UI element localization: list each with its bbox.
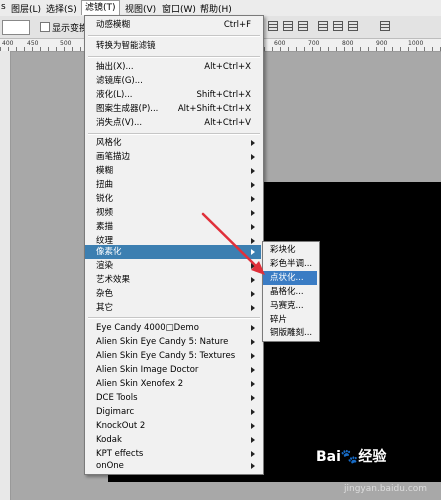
submenu-arrow-icon	[251, 291, 255, 297]
submenu-arrow-icon	[251, 196, 255, 202]
submenu-arrow-icon	[251, 168, 255, 174]
menu-view[interactable]: 视图(V)	[125, 2, 156, 15]
menu-item-plugin-eye-candy-textures[interactable]: Alien Skin Eye Candy 5: Textures	[85, 349, 261, 363]
menu-separator	[88, 56, 260, 58]
submenu-arrow-icon	[251, 381, 255, 387]
submenu-arrow-icon	[251, 238, 255, 244]
ruler-tick-label: 700	[308, 40, 320, 47]
ruler-tick-label: 800	[342, 40, 354, 47]
submenu-arrow-icon	[251, 353, 255, 359]
menu-item-other[interactable]: 其它	[85, 301, 261, 315]
menu-item-pixelate[interactable]: 像素化	[85, 245, 261, 259]
submenu-item-crystallize[interactable]: 晶格化...	[263, 285, 317, 299]
auto-align-icon[interactable]	[380, 21, 390, 31]
show-transform-label: 显示变换	[52, 24, 89, 34]
menu-item-plugin-kodak[interactable]: Kodak	[85, 433, 261, 447]
watermark-logo: Bai🐾经验	[316, 449, 387, 465]
submenu-arrow-icon	[251, 423, 255, 429]
menu-separator	[88, 317, 260, 319]
ruler-tick-label: 450	[27, 40, 39, 47]
menu-prefix: s	[1, 2, 6, 12]
menu-item-vanishing-point[interactable]: 消失点(V)... Alt+Ctrl+V	[85, 116, 261, 130]
submenu-arrow-icon	[251, 182, 255, 188]
submenu-arrow-icon	[251, 339, 255, 345]
menu-separator	[88, 133, 260, 135]
submenu-item-color-halftone[interactable]: 彩色半调...	[263, 257, 317, 271]
submenu-arrow-icon	[251, 140, 255, 146]
menu-help[interactable]: 帮助(H)	[200, 2, 232, 15]
menu-item-artistic[interactable]: 艺术效果	[85, 273, 261, 287]
submenu-arrow-icon	[251, 263, 255, 269]
ruler-tick-label: 1000	[408, 40, 424, 47]
vertical-ruler	[0, 51, 11, 500]
submenu-arrow-icon	[251, 210, 255, 216]
menu-item-liquify[interactable]: 液化(L)... Shift+Ctrl+X	[85, 88, 261, 102]
menu-item-brush-strokes[interactable]: 画笔描边	[85, 150, 261, 164]
menu-item-filter-gallery[interactable]: 滤镜库(G)...	[85, 74, 261, 88]
submenu-item-pointillize[interactable]: 点状化...	[263, 271, 317, 285]
submenu-arrow-icon	[251, 249, 255, 255]
submenu-arrow-icon	[251, 395, 255, 401]
submenu-arrow-icon	[251, 277, 255, 283]
ruler-tick-label: 500	[60, 40, 72, 47]
submenu-arrow-icon	[251, 224, 255, 230]
distribute-center-icon[interactable]	[333, 21, 343, 31]
submenu-arrow-icon	[251, 463, 255, 469]
submenu-arrow-icon	[251, 451, 255, 457]
watermark-url: jingyan.baidu.com	[344, 484, 428, 494]
menu-layer[interactable]: 图层(L)	[11, 2, 41, 15]
filter-menu: 动感模糊 Ctrl+F 转换为智能滤镜 抽出(X)... Alt+Ctrl+X 滤镜…	[84, 15, 264, 475]
submenu-arrow-icon	[251, 409, 255, 415]
menu-item-distort[interactable]: 扭曲	[85, 178, 261, 192]
submenu-arrow-icon	[251, 367, 255, 373]
menu-item-plugin-xenofex[interactable]: Alien Skin Xenofex 2	[85, 377, 261, 391]
submenu-arrow-icon	[251, 154, 255, 160]
menu-select[interactable]: 选择(S)	[46, 2, 77, 15]
pixelate-submenu: 彩块化 彩色半调... 点状化... 晶格化... 马赛克... 碎片 铜版雕刻…	[262, 241, 320, 342]
menu-item-noise[interactable]: 杂色	[85, 287, 261, 301]
align-middle-icon[interactable]	[283, 21, 293, 31]
menu-item-blur[interactable]: 模糊	[85, 164, 261, 178]
submenu-arrow-icon	[251, 437, 255, 443]
menu-item-extract[interactable]: 抽出(X)... Alt+Ctrl+X	[85, 60, 261, 74]
tool-preset-picker[interactable]	[2, 20, 30, 35]
ruler-tick-label: 600	[274, 40, 286, 47]
menu-item-last-filter[interactable]: 动感模糊 Ctrl+F	[85, 18, 261, 32]
menu-item-plugin-onone[interactable]: onOne	[85, 459, 261, 473]
menu-item-render[interactable]: 渲染	[85, 259, 261, 273]
distribute-right-icon[interactable]	[348, 21, 358, 31]
menu-filter[interactable]: 滤镜(T)	[81, 0, 120, 15]
submenu-item-facet[interactable]: 彩块化	[263, 243, 317, 257]
menu-item-sketch[interactable]: 素描	[85, 220, 261, 234]
menu-window[interactable]: 窗口(W)	[162, 2, 196, 15]
show-transform-checkbox[interactable]	[40, 22, 50, 32]
menu-item-plugin-knockout[interactable]: KnockOut 2	[85, 419, 261, 433]
menu-item-plugin-digimarc[interactable]: Digimarc	[85, 405, 261, 419]
submenu-item-mezzotint[interactable]: 铜版雕刻...	[263, 326, 317, 340]
menu-item-plugin-eye-candy-4000[interactable]: Eye Candy 4000□Demo	[85, 321, 261, 335]
menu-item-plugin-eye-candy-nature[interactable]: Alien Skin Eye Candy 5: Nature	[85, 335, 261, 349]
menu-item-stylize[interactable]: 风格化	[85, 136, 261, 150]
menu-item-sharpen[interactable]: 锐化	[85, 192, 261, 206]
align-bottom-icon[interactable]	[298, 21, 308, 31]
menu-item-video[interactable]: 视频	[85, 206, 261, 220]
submenu-item-fragment[interactable]: 碎片	[263, 313, 317, 327]
menu-separator	[88, 35, 260, 37]
menu-item-plugin-image-doctor[interactable]: Alien Skin Image Doctor	[85, 363, 261, 377]
ruler-tick-label: 900	[376, 40, 388, 47]
submenu-arrow-icon	[251, 325, 255, 331]
submenu-item-mosaic[interactable]: 马赛克...	[263, 299, 317, 313]
menu-item-plugin-dce-tools[interactable]: DCE Tools	[85, 391, 261, 405]
submenu-arrow-icon	[251, 305, 255, 311]
menu-item-convert-smart-filter[interactable]: 转换为智能滤镜	[85, 39, 261, 53]
distribute-left-icon[interactable]	[318, 21, 328, 31]
menu-item-pattern-maker[interactable]: 图案生成器(P)... Alt+Shift+Ctrl+X	[85, 102, 261, 116]
align-top-icon[interactable]	[268, 21, 278, 31]
ruler-tick-label: 400	[2, 40, 14, 47]
